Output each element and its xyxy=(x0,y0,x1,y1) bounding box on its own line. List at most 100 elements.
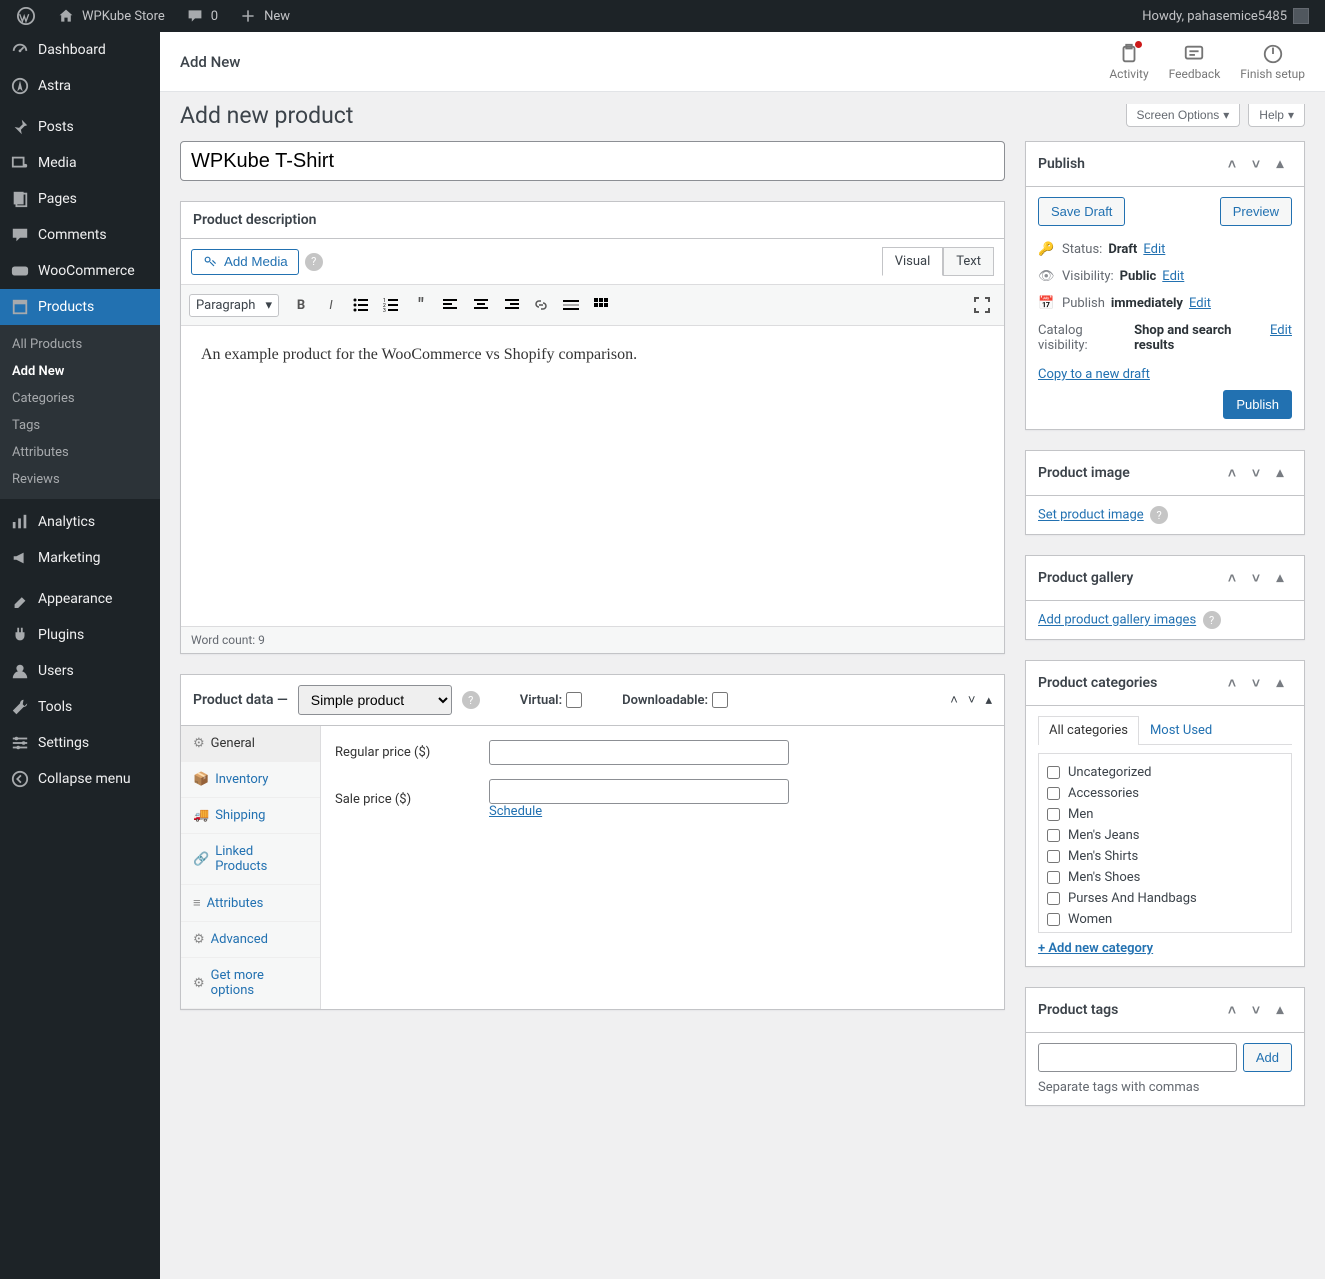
toggle-panel-icon[interactable]: ▴ xyxy=(1268,461,1292,485)
tab-most-used[interactable]: Most Used xyxy=(1139,716,1223,744)
toggle-panel-icon[interactable]: ▴ xyxy=(985,693,992,708)
move-down-icon[interactable]: ˅ xyxy=(1244,566,1268,590)
category-men[interactable]: Men xyxy=(1047,804,1283,825)
set-product-image-link[interactable]: Set product image xyxy=(1038,508,1144,523)
submenu-categories[interactable]: Categories xyxy=(0,385,160,412)
sidebar-item-comments[interactable]: Comments xyxy=(0,217,160,253)
howdy[interactable]: Howdy, pahasemice5485 xyxy=(1134,0,1317,32)
move-down-icon[interactable]: ˅ xyxy=(1244,671,1268,695)
regular-price-input[interactable] xyxy=(489,740,789,765)
move-down-icon[interactable]: ˅ xyxy=(1244,461,1268,485)
sidebar-item-woocommerce[interactable]: WooCommerce xyxy=(0,253,160,289)
edit-visibility-link[interactable]: Edit xyxy=(1162,269,1184,284)
category-men-s-shirts[interactable]: Men's Shirts xyxy=(1047,846,1283,867)
product-type-select[interactable]: Simple product xyxy=(298,685,452,715)
category-men-s-jeans[interactable]: Men's Jeans xyxy=(1047,825,1283,846)
schedule-link[interactable]: Schedule xyxy=(489,804,542,819)
topaction-finish-setup[interactable]: Finish setup xyxy=(1240,43,1305,81)
category-uncategorized[interactable]: Uncategorized xyxy=(1047,762,1283,783)
toggle-panel-icon[interactable]: ▴ xyxy=(1268,998,1292,1022)
toolbar-toggle-button[interactable] xyxy=(587,291,615,319)
sidebar-item-users[interactable]: Users xyxy=(0,653,160,689)
topaction-activity[interactable]: Activity xyxy=(1109,43,1148,81)
tab-text[interactable]: Text xyxy=(943,247,994,276)
sidebar-item-media[interactable]: Media xyxy=(0,145,160,181)
edit-status-link[interactable]: Edit xyxy=(1143,242,1165,257)
toggle-panel-icon[interactable]: ▴ xyxy=(1268,566,1292,590)
editor-content[interactable]: An example product for the WooCommerce v… xyxy=(181,326,1004,626)
add-gallery-link[interactable]: Add product gallery images xyxy=(1038,613,1196,628)
format-select[interactable]: Paragraph▾ xyxy=(189,294,279,317)
preview-button[interactable]: Preview xyxy=(1220,197,1292,226)
copy-draft-link[interactable]: Copy to a new draft xyxy=(1038,367,1150,382)
submenu-add-new[interactable]: Add New xyxy=(0,358,160,385)
submenu-all-products[interactable]: All Products xyxy=(0,331,160,358)
sidebar-item-analytics[interactable]: Analytics xyxy=(0,504,160,540)
move-up-icon[interactable]: ˄ xyxy=(950,692,958,708)
category-men-s-shoes[interactable]: Men's Shoes xyxy=(1047,867,1283,888)
sidebar-item-settings[interactable]: Settings xyxy=(0,725,160,761)
add-media-button[interactable]: Add Media xyxy=(191,249,299,275)
sidebar-item-products[interactable]: Products xyxy=(0,289,160,325)
sidebar-item-posts[interactable]: Posts xyxy=(0,109,160,145)
site-link[interactable]: WPKube Store xyxy=(48,0,173,32)
help-button[interactable]: Help ▾ xyxy=(1248,104,1305,127)
pdtab-shipping[interactable]: 🚚 Shipping xyxy=(181,798,320,834)
sidebar-item-collapse-menu[interactable]: Collapse menu xyxy=(0,761,160,797)
save-draft-button[interactable]: Save Draft xyxy=(1038,197,1125,226)
new-link[interactable]: New xyxy=(230,0,298,32)
sidebar-item-marketing[interactable]: Marketing xyxy=(0,540,160,576)
toggle-panel-icon[interactable]: ▴ xyxy=(1268,152,1292,176)
pdtab-advanced[interactable]: ⚙ Advanced xyxy=(181,922,320,958)
more-button[interactable] xyxy=(557,291,585,319)
topaction-feedback[interactable]: Feedback xyxy=(1169,43,1221,81)
virtual-checkbox[interactable]: Virtual: xyxy=(520,692,582,708)
category-purses-and-handbags[interactable]: Purses And Handbags xyxy=(1047,888,1283,909)
help-icon[interactable]: ? xyxy=(1150,506,1168,524)
edit-catalog-link[interactable]: Edit xyxy=(1270,323,1292,338)
add-category-link[interactable]: + Add new category xyxy=(1038,941,1153,956)
product-title-input[interactable] xyxy=(180,141,1005,181)
sidebar-item-dashboard[interactable]: Dashboard xyxy=(0,32,160,68)
edit-schedule-link[interactable]: Edit xyxy=(1189,296,1211,311)
quote-button[interactable]: " xyxy=(407,291,435,319)
comments-link[interactable]: 0 xyxy=(177,0,226,32)
pdtab-linked-products[interactable]: 🔗 Linked Products xyxy=(181,834,320,885)
tab-visual[interactable]: Visual xyxy=(882,247,944,276)
move-up-icon[interactable]: ˄ xyxy=(1220,461,1244,485)
screen-options-button[interactable]: Screen Options ▾ xyxy=(1126,104,1241,127)
sidebar-item-pages[interactable]: Pages xyxy=(0,181,160,217)
pdtab-get-more-options[interactable]: ⚙ Get more options xyxy=(181,958,320,1009)
italic-button[interactable]: I xyxy=(317,291,345,319)
tab-all-categories[interactable]: All categories xyxy=(1038,716,1139,745)
submenu-tags[interactable]: Tags xyxy=(0,412,160,439)
fullscreen-button[interactable] xyxy=(968,291,996,319)
submenu-reviews[interactable]: Reviews xyxy=(0,466,160,493)
add-tag-button[interactable]: Add xyxy=(1243,1043,1292,1072)
sidebar-item-tools[interactable]: Tools xyxy=(0,689,160,725)
sidebar-item-plugins[interactable]: Plugins xyxy=(0,617,160,653)
move-down-icon[interactable]: ˅ xyxy=(1244,152,1268,176)
pdtab-general[interactable]: ⚙ General xyxy=(181,726,320,762)
pdtab-inventory[interactable]: 📦 Inventory xyxy=(181,762,320,798)
ol-button[interactable]: 123 xyxy=(377,291,405,319)
move-up-icon[interactable]: ˄ xyxy=(1220,566,1244,590)
align-left-button[interactable] xyxy=(437,291,465,319)
tag-input[interactable] xyxy=(1038,1043,1237,1072)
category-accessories[interactable]: Accessories xyxy=(1047,783,1283,804)
move-up-icon[interactable]: ˄ xyxy=(1220,998,1244,1022)
downloadable-checkbox[interactable]: Downloadable: xyxy=(622,692,728,708)
submenu-attributes[interactable]: Attributes xyxy=(0,439,160,466)
move-down-icon[interactable]: ˅ xyxy=(1244,998,1268,1022)
help-icon[interactable]: ? xyxy=(1203,611,1221,629)
publish-button[interactable]: Publish xyxy=(1223,390,1292,419)
link-button[interactable] xyxy=(527,291,555,319)
sidebar-item-appearance[interactable]: Appearance xyxy=(0,581,160,617)
ul-button[interactable] xyxy=(347,291,375,319)
align-center-button[interactable] xyxy=(467,291,495,319)
help-icon[interactable]: ? xyxy=(305,253,323,271)
wp-logo[interactable] xyxy=(8,0,44,32)
sidebar-item-astra[interactable]: Astra xyxy=(0,68,160,104)
sale-price-input[interactable] xyxy=(489,779,789,804)
align-right-button[interactable] xyxy=(497,291,525,319)
